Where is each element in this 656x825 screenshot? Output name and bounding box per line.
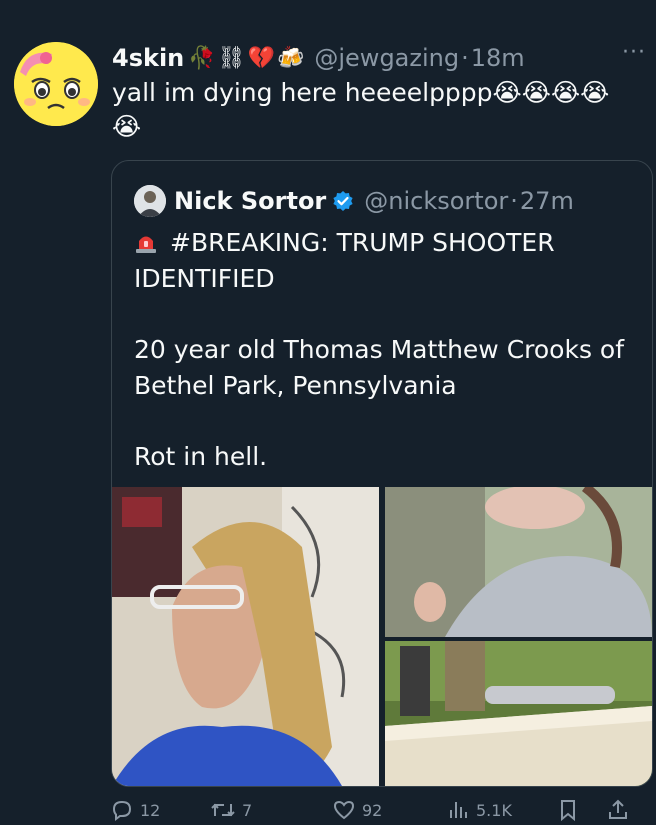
reply-icon xyxy=(112,800,132,821)
photo-left[interactable] xyxy=(112,487,379,786)
quoted-text-line-2: 20 year old Thomas Matthew Crooks of Bet… xyxy=(134,335,625,400)
quoted-handle[interactable]: @nicksortor xyxy=(364,187,508,215)
man-portrait-image xyxy=(112,487,379,786)
siren-icon xyxy=(136,236,156,253)
views-count: 5.1K xyxy=(476,800,512,820)
separator: · xyxy=(461,44,469,72)
quoted-text-line-3: Rot in hell. xyxy=(134,442,268,471)
share-icon xyxy=(609,799,627,819)
tweet[interactable]: 4skin 🥀⛓💔🍻 @jewgazing · 18m ··· yall im … xyxy=(0,0,656,825)
quoted-tweet-header: Nick Sortor @nicksortor · 27m xyxy=(134,185,574,217)
media-grid xyxy=(112,487,652,786)
photo-top-right[interactable] xyxy=(385,487,652,637)
person-lying-image xyxy=(385,487,652,637)
repost-icon xyxy=(211,803,235,817)
bookmark-icon xyxy=(561,800,575,822)
views-icon xyxy=(450,802,467,818)
quoted-display-name[interactable]: Nick Sortor xyxy=(174,187,326,215)
tweet-header: 4skin 🥀⛓💔🍻 @jewgazing · 18m xyxy=(112,42,636,74)
person-avatar-icon xyxy=(134,185,166,217)
avatar[interactable] xyxy=(14,42,98,126)
display-name[interactable]: 4skin xyxy=(112,44,184,72)
action-bar: 12 7 92 5.1K xyxy=(110,796,650,824)
quoted-tweet[interactable]: Nick Sortor @nicksortor · 27m #BREAKING:… xyxy=(111,160,653,787)
timestamp[interactable]: 18m xyxy=(471,44,525,72)
reply-count: 12 xyxy=(140,800,161,820)
like-button[interactable]: 92 xyxy=(332,798,446,822)
pleading-face-avatar-icon xyxy=(14,42,98,126)
repost-button[interactable]: 7 xyxy=(210,798,332,822)
quoted-separator: · xyxy=(510,187,518,215)
more-options-icon[interactable]: ··· xyxy=(622,40,656,65)
quoted-tweet-text: #BREAKING: TRUMP SHOOTER IDENTIFIED 20 y… xyxy=(134,225,639,475)
share-button[interactable] xyxy=(606,798,636,822)
quoted-timestamp[interactable]: 27m xyxy=(520,187,574,215)
handle[interactable]: @jewgazing xyxy=(314,44,459,72)
heart-icon xyxy=(333,800,355,820)
quoted-avatar[interactable] xyxy=(134,185,166,217)
photo-bottom-right[interactable] xyxy=(385,641,652,786)
repost-count: 7 xyxy=(242,800,253,820)
name-emojis: 🥀⛓💔🍻 xyxy=(188,45,307,71)
reply-button[interactable]: 12 xyxy=(110,798,210,822)
like-count: 92 xyxy=(362,800,383,820)
tweet-text: yall im dying here heeeelpppp😭😭😭😭😭 xyxy=(112,78,610,141)
verified-badge-icon xyxy=(333,191,353,211)
rooftop-scene-image xyxy=(385,641,652,786)
quoted-text-line-1: #BREAKING: TRUMP SHOOTER IDENTIFIED xyxy=(134,228,555,293)
views-button[interactable]: 5.1K xyxy=(446,798,556,822)
bookmark-button[interactable] xyxy=(556,798,606,822)
